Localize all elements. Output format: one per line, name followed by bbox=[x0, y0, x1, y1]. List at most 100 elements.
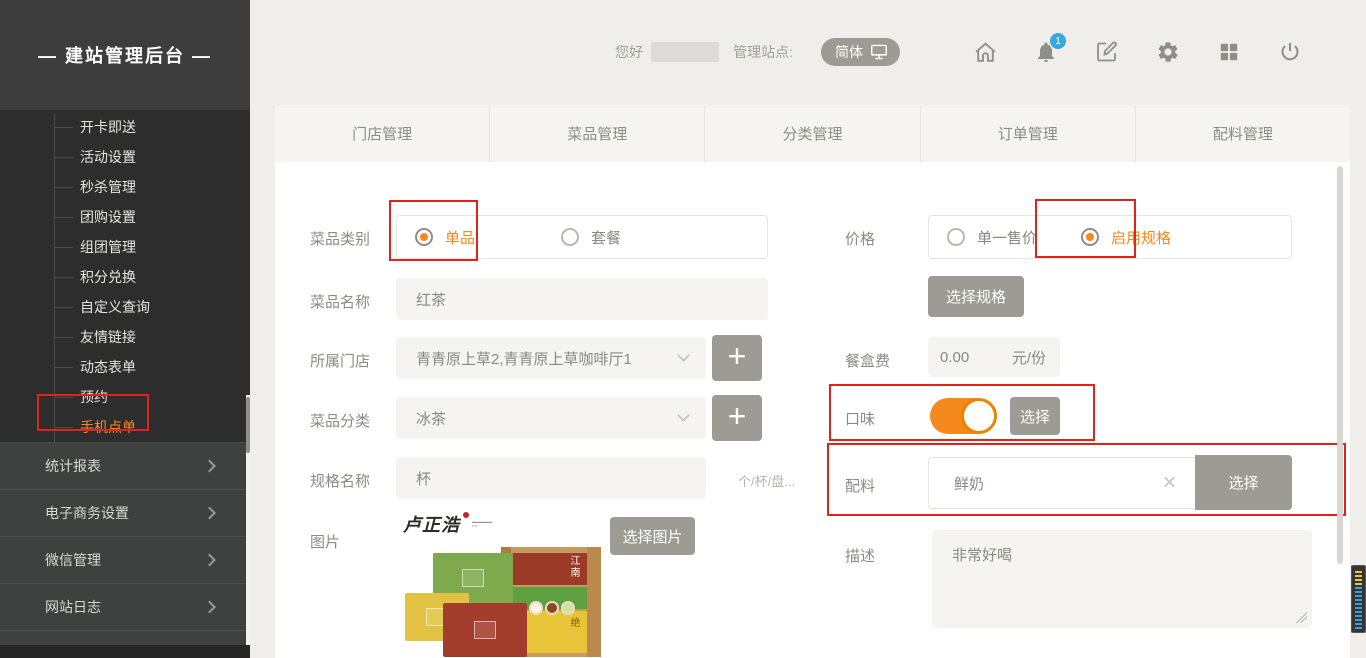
sidebar-item-kaika[interactable]: 开卡即送 bbox=[80, 112, 250, 142]
tab-order-management[interactable]: 订单管理 bbox=[920, 105, 1135, 162]
radio-option-single[interactable]: 单品 bbox=[415, 227, 475, 248]
radio-option-single-price[interactable]: 单一售价 bbox=[947, 227, 1037, 248]
store-label: 所属门店 bbox=[310, 350, 370, 371]
description-label: 描述 bbox=[845, 545, 875, 566]
sidebar-section-wangzhanrizhi[interactable]: 网站日志 bbox=[0, 583, 250, 630]
app-title: — 建站管理后台 — bbox=[38, 42, 212, 68]
manage-site-label: 管理站点: bbox=[733, 42, 793, 62]
ingredient-input[interactable]: 鲜奶 ✕ bbox=[928, 457, 1196, 509]
sidebar: — 建站管理后台 — 开卡即送 活动设置 秒杀管理 团购设置 组团管理 积分兑换… bbox=[0, 0, 250, 658]
price-label: 价格 bbox=[845, 228, 875, 249]
brand-seal-dot bbox=[463, 512, 469, 518]
chevron-right-icon bbox=[203, 507, 216, 520]
sidebar-item-youqing[interactable]: 友情链接 bbox=[80, 322, 250, 352]
dish-class-select-value: 冰茶 bbox=[416, 408, 446, 429]
radio-label: 套餐 bbox=[591, 227, 621, 248]
clear-x-icon[interactable]: ✕ bbox=[1162, 473, 1177, 494]
dish-class-select[interactable]: 冰茶 bbox=[396, 397, 706, 439]
language-button-label: 简体 bbox=[835, 42, 863, 62]
radio-unselected-icon bbox=[947, 228, 965, 246]
boxfee-value: 0.00 bbox=[940, 349, 969, 366]
sidebar-scrollbar-thumb[interactable] bbox=[246, 397, 250, 453]
chevron-right-icon bbox=[203, 460, 216, 473]
sidebar-section-weixin[interactable]: 微信管理 bbox=[0, 536, 250, 583]
sidebar-sections: 统计报表 电子商务设置 微信管理 网站日志 bbox=[0, 442, 250, 630]
sidebar-item-jifen[interactable]: 积分兑换 bbox=[80, 262, 250, 292]
sidebar-item-shouji-diandan[interactable]: 手机点单 bbox=[80, 412, 250, 442]
chevron-down-icon bbox=[677, 409, 690, 422]
dish-class-label: 菜品分类 bbox=[310, 410, 370, 431]
description-textarea[interactable]: 非常好喝 bbox=[932, 530, 1312, 628]
flavor-toggle[interactable] bbox=[930, 398, 994, 434]
section-label: 网站日志 bbox=[45, 597, 101, 617]
tab-dish-management[interactable]: 菜品管理 bbox=[489, 105, 704, 162]
choose-image-button[interactable]: 选择图片 bbox=[610, 517, 695, 555]
price-radio-group: 单一售价 启用规格 bbox=[928, 215, 1292, 259]
spec-name-label: 规格名称 bbox=[310, 470, 370, 491]
ingredient-value: 鲜奶 bbox=[954, 473, 984, 494]
ingredient-label: 配料 bbox=[845, 475, 875, 496]
sidebar-item-dongtai[interactable]: 动态表单 bbox=[80, 352, 250, 382]
spec-name-hint: 个/杯/盘... bbox=[738, 471, 795, 490]
sidebar-item-zidingyi[interactable]: 自定义查询 bbox=[80, 292, 250, 322]
resize-grip[interactable] bbox=[1296, 612, 1307, 623]
tab-store-management[interactable]: 门店管理 bbox=[275, 105, 489, 162]
add-store-button[interactable]: + bbox=[712, 335, 762, 381]
home-icon[interactable] bbox=[972, 39, 998, 65]
crate-text: 江南 bbox=[566, 555, 581, 579]
sidebar-filler bbox=[0, 630, 250, 645]
sidebar-item-huodong[interactable]: 活动设置 bbox=[80, 142, 250, 172]
edit-icon[interactable] bbox=[1094, 39, 1120, 65]
content-scrollbar-thumb[interactable] bbox=[1337, 166, 1343, 564]
brand-logo-subtext: ▬▬▬▬▬▪▪▪▪ bbox=[472, 520, 492, 528]
spec-name-input[interactable]: 杯 bbox=[396, 457, 706, 499]
sidebar-item-miaosha[interactable]: 秒杀管理 bbox=[80, 172, 250, 202]
settings-gear-icon[interactable] bbox=[1155, 39, 1181, 65]
sidebar-submenu: 开卡即送 活动设置 秒杀管理 团购设置 组团管理 积分兑换 自定义查询 友情链接… bbox=[0, 110, 250, 442]
boxfee-label: 餐盒费 bbox=[845, 350, 890, 371]
tab-category-management[interactable]: 分类管理 bbox=[704, 105, 919, 162]
flavor-choose-button[interactable]: 选择 bbox=[1010, 397, 1060, 435]
sidebar-bottom-strip bbox=[0, 645, 250, 658]
username-redacted bbox=[651, 42, 719, 62]
dish-category-label: 菜品类别 bbox=[310, 228, 370, 249]
store-select[interactable]: 青青原上草2,青青原上草咖啡厅1 bbox=[396, 337, 706, 379]
tab-bar: 门店管理 菜品管理 分类管理 订单管理 配料管理 bbox=[275, 105, 1350, 162]
boxfee-input[interactable]: 0.00 元/份 bbox=[928, 337, 1060, 377]
tea-box-red bbox=[443, 603, 527, 657]
sidebar-item-zutuan[interactable]: 组团管理 bbox=[80, 232, 250, 262]
language-button[interactable]: 简体 bbox=[821, 38, 900, 66]
section-label: 统计报表 bbox=[45, 456, 101, 476]
radio-label: 单品 bbox=[445, 227, 475, 248]
notifications-bell-icon[interactable]: 1 bbox=[1033, 39, 1059, 65]
description-value: 非常好喝 bbox=[952, 544, 1012, 565]
ingredient-choose-button[interactable]: 选择 bbox=[1195, 455, 1292, 510]
dish-name-label: 菜品名称 bbox=[310, 291, 370, 312]
toggle-knob bbox=[961, 398, 997, 434]
section-label: 微信管理 bbox=[45, 550, 101, 570]
add-class-button[interactable]: + bbox=[712, 395, 762, 441]
notification-badge: 1 bbox=[1050, 33, 1066, 49]
apps-grid-icon[interactable] bbox=[1216, 39, 1242, 65]
radio-unselected-icon bbox=[561, 228, 579, 246]
sidebar-section-tongji[interactable]: 统计报表 bbox=[0, 442, 250, 489]
content-panel: 门店管理 菜品管理 分类管理 订单管理 配料管理 菜品类别 单品 套餐 菜品名称… bbox=[275, 105, 1350, 658]
radio-label: 单一售价 bbox=[977, 227, 1037, 248]
radio-option-enable-spec[interactable]: 启用规格 bbox=[1081, 227, 1171, 248]
image-label: 图片 bbox=[310, 531, 340, 552]
monitor-icon bbox=[870, 44, 888, 60]
radio-option-combo[interactable]: 套餐 bbox=[561, 227, 621, 248]
dish-name-input[interactable]: 红茶 bbox=[396, 278, 768, 320]
greeting-text: 您好 bbox=[615, 42, 643, 62]
boxfee-unit: 元/份 bbox=[1012, 347, 1046, 368]
choose-spec-button[interactable]: 选择规格 bbox=[928, 276, 1024, 317]
sidebar-section-dianzishangwu[interactable]: 电子商务设置 bbox=[0, 489, 250, 536]
chevron-right-icon bbox=[203, 601, 216, 614]
corner-minimap-widget bbox=[1351, 565, 1366, 633]
app-logo: — 建站管理后台 — bbox=[0, 0, 250, 110]
chevron-right-icon bbox=[203, 554, 216, 567]
sidebar-item-tuangou[interactable]: 团购设置 bbox=[80, 202, 250, 232]
power-icon[interactable] bbox=[1277, 39, 1303, 65]
tab-ingredient-management[interactable]: 配料管理 bbox=[1135, 105, 1350, 162]
sidebar-item-yuyue[interactable]: 预约 bbox=[80, 382, 250, 412]
